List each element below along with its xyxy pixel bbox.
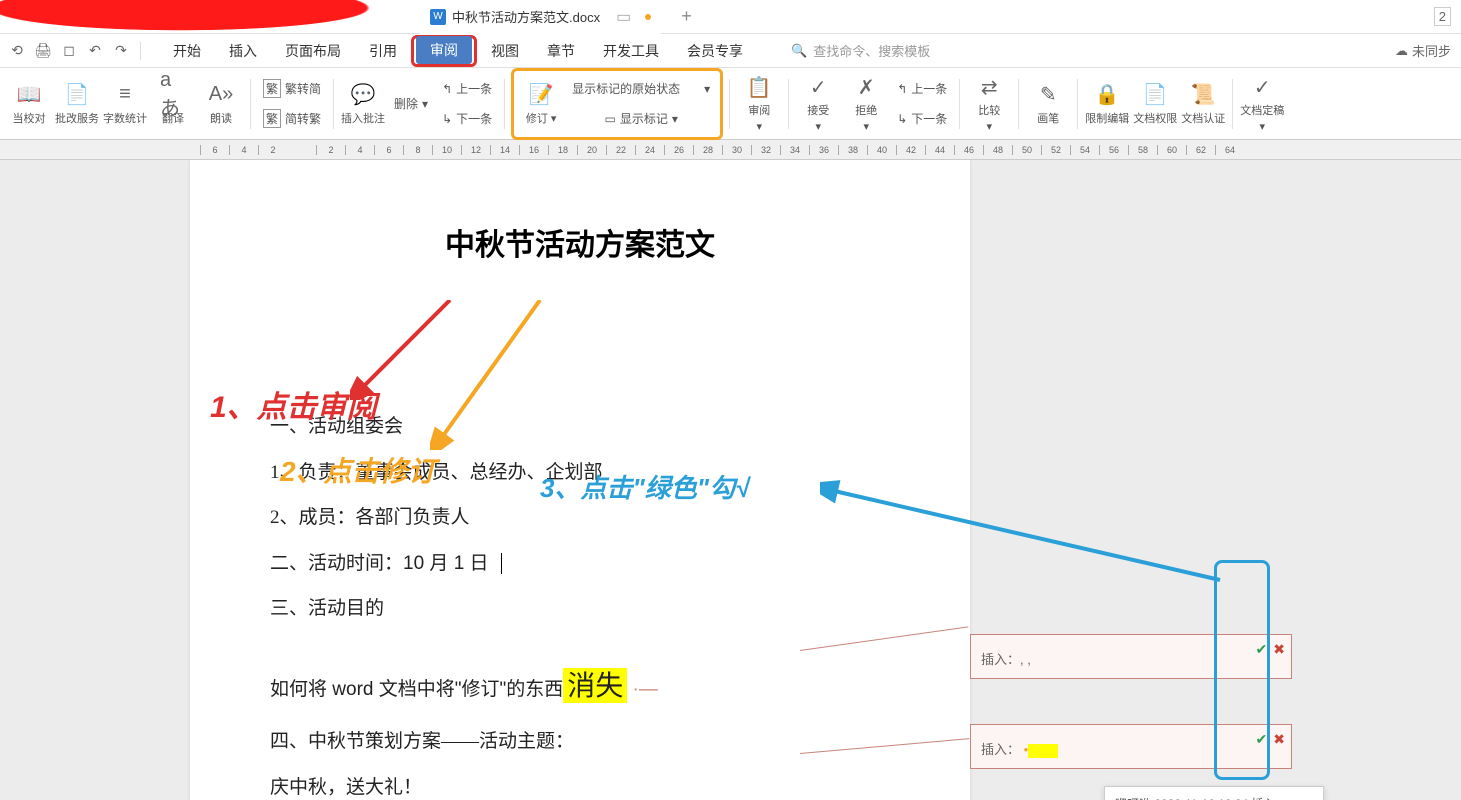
next-comment-button[interactable]: ↳ 下一条 (436, 105, 498, 133)
certify-button[interactable]: 📜文档认证 (1180, 73, 1226, 135)
separator (1077, 79, 1078, 129)
separator (1232, 79, 1233, 129)
window-mode-icon[interactable]: ▭ (616, 7, 631, 27)
qat-undo-icon[interactable]: ↶ (84, 40, 106, 62)
doc-line: 如何将 word 文档中将"修订"的东西消失 ·— (270, 652, 890, 719)
search-placeholder: 查找命令、搜索模板 (813, 41, 930, 60)
qat-preview-icon[interactable]: ◻ (58, 40, 80, 62)
separator (250, 79, 251, 129)
proofread-button[interactable]: 📖当校对 (6, 73, 52, 135)
translate-icon: aあ (160, 82, 186, 108)
menu-tabs: 开始 插入 页面布局 引用 审阅 视图 章节 开发工具 会员专享 (159, 35, 757, 67)
prev-comment-button[interactable]: ↰ 上一条 (436, 75, 498, 103)
menu-layout[interactable]: 页面布局 (271, 35, 355, 67)
qat-print-icon[interactable]: 🖨 (32, 40, 54, 62)
comment-icon: 💬 (350, 82, 376, 108)
separator (504, 79, 505, 129)
qat-redo-icon[interactable]: ↷ (110, 40, 132, 62)
ink-button[interactable]: ✎画笔 (1025, 73, 1071, 135)
check-icon: ✓ (1249, 74, 1275, 100)
separator (788, 79, 789, 129)
qat-icon-1[interactable]: ⟲ (6, 40, 28, 62)
wordcount-button[interactable]: ≡字数统计 (102, 73, 148, 135)
accept-button[interactable]: ✓接受 ▾ (795, 73, 841, 135)
corner-indicator: 2 (1434, 7, 1451, 26)
menu-ref[interactable]: 引用 (355, 35, 411, 67)
annotation-step-2: 2、点击修订 (280, 450, 436, 490)
correction-button[interactable]: 📄批改服务 (54, 73, 100, 135)
unsaved-dot-icon (645, 14, 651, 20)
cloud-icon: ☁ (1395, 43, 1408, 59)
doc-title: 中秋节活动方案范文 (270, 220, 890, 264)
review-pane-button[interactable]: 📋审阅 ▾ (736, 73, 782, 135)
separator (140, 42, 141, 60)
horizontal-ruler[interactable]: 6422468101214161820222426283032343638404… (0, 140, 1461, 160)
doc-line: 二、活动时间：10 月 1 日 (270, 541, 890, 587)
reject-revision-icon[interactable]: ✖ (1273, 731, 1285, 748)
wordcount-icon: ≡ (112, 82, 138, 108)
next-change-button[interactable]: ↳ 下一条 (891, 105, 953, 133)
reject-icon: ✗ (853, 74, 879, 100)
show-markup-button[interactable]: ▭ 显示标记 ▾ (566, 105, 716, 133)
accept-icon: ✓ (805, 74, 831, 100)
delete-comment-button[interactable]: 删除 ▾ (388, 90, 434, 118)
menu-section[interactable]: 章节 (533, 35, 589, 67)
doc-line: 庆中秋，送大礼！ (270, 765, 890, 800)
menu-member[interactable]: 会员专享 (673, 35, 757, 67)
comment-text: 插入： • (981, 742, 1058, 757)
document-tab[interactable]: W 中秋节活动方案范文.docx ▭ (420, 0, 661, 34)
insert-comment-button[interactable]: 💬插入批注 (340, 73, 386, 135)
review-icon: 📋 (746, 74, 772, 100)
compare-icon: ⇄ (976, 74, 1002, 100)
annotation-highlight-box-track: 📝修订 ▾ 显示标记的原始状态 ▾ ▭ 显示标记 ▾ (511, 68, 723, 140)
read-aloud-button[interactable]: A»朗读 (198, 73, 244, 135)
separator (333, 79, 334, 129)
annotation-step-3: 3、点击"绿色"勾√ (540, 468, 749, 505)
word-icon: W (430, 9, 446, 25)
translate-button[interactable]: aあ翻译 (150, 73, 196, 135)
revision-tooltip: 咿呀哟 2022-11-16 10:24 插入：。 (1104, 786, 1324, 800)
redaction-overlay (0, 0, 400, 34)
doc-line: 三、活动目的 (270, 586, 890, 632)
permissions-button[interactable]: 📄文档权限 (1132, 73, 1178, 135)
doc-line: 四、中秋节策划方案——活动主题： (270, 719, 890, 765)
correction-icon: 📄 (64, 82, 90, 108)
new-tab-button[interactable]: + (681, 6, 692, 27)
reject-button[interactable]: ✗拒绝 ▾ (843, 73, 889, 135)
search-icon: 🔍 (791, 43, 807, 59)
proofread-icon: 📖 (16, 82, 42, 108)
compare-button[interactable]: ⇄比较 ▾ (966, 73, 1012, 135)
restrict-edit-button[interactable]: 🔒限制编辑 (1084, 73, 1130, 135)
key-icon: 📄 (1142, 82, 1168, 108)
highlighted-text: 消失 (563, 668, 627, 703)
menu-insert[interactable]: 插入 (215, 35, 271, 67)
separator (729, 79, 730, 129)
track-icon: 📝 (528, 82, 554, 108)
markup-state-dropdown[interactable]: 显示标记的原始状态 ▾ (566, 75, 716, 103)
track-changes-button[interactable]: 📝修订 ▾ (518, 73, 564, 135)
lock-icon: 🔒 (1094, 82, 1120, 108)
to-simplified-button[interactable]: 繁繁转简 (257, 75, 327, 103)
menu-start[interactable]: 开始 (159, 35, 215, 67)
pen-icon: ✎ (1035, 82, 1061, 108)
reject-revision-icon[interactable]: ✖ (1273, 641, 1285, 658)
command-search[interactable]: 🔍 查找命令、搜索模板 (791, 41, 930, 60)
to-traditional-button[interactable]: 繁简转繁 (257, 105, 327, 133)
menu-review[interactable]: 审阅 (416, 36, 472, 64)
annotation-highlight-box-review: 审阅 (411, 35, 477, 67)
menu-dev[interactable]: 开发工具 (589, 35, 673, 67)
separator (1018, 79, 1019, 129)
sync-button[interactable]: ☁ 未同步 (1395, 41, 1451, 60)
menu-view[interactable]: 视图 (477, 35, 533, 67)
comment-text: 插入：, , (981, 652, 1031, 667)
speaker-icon: A» (208, 82, 234, 108)
annotation-arrow-orange (430, 300, 550, 450)
separator (959, 79, 960, 129)
finalize-button[interactable]: ✓文档定稿 ▾ (1239, 73, 1285, 135)
annotation-highlight-box-accept (1214, 560, 1270, 780)
doc-name: 中秋节活动方案范文.docx (452, 7, 600, 26)
cert-icon: 📜 (1190, 82, 1216, 108)
prev-change-button[interactable]: ↰ 上一条 (891, 75, 953, 103)
